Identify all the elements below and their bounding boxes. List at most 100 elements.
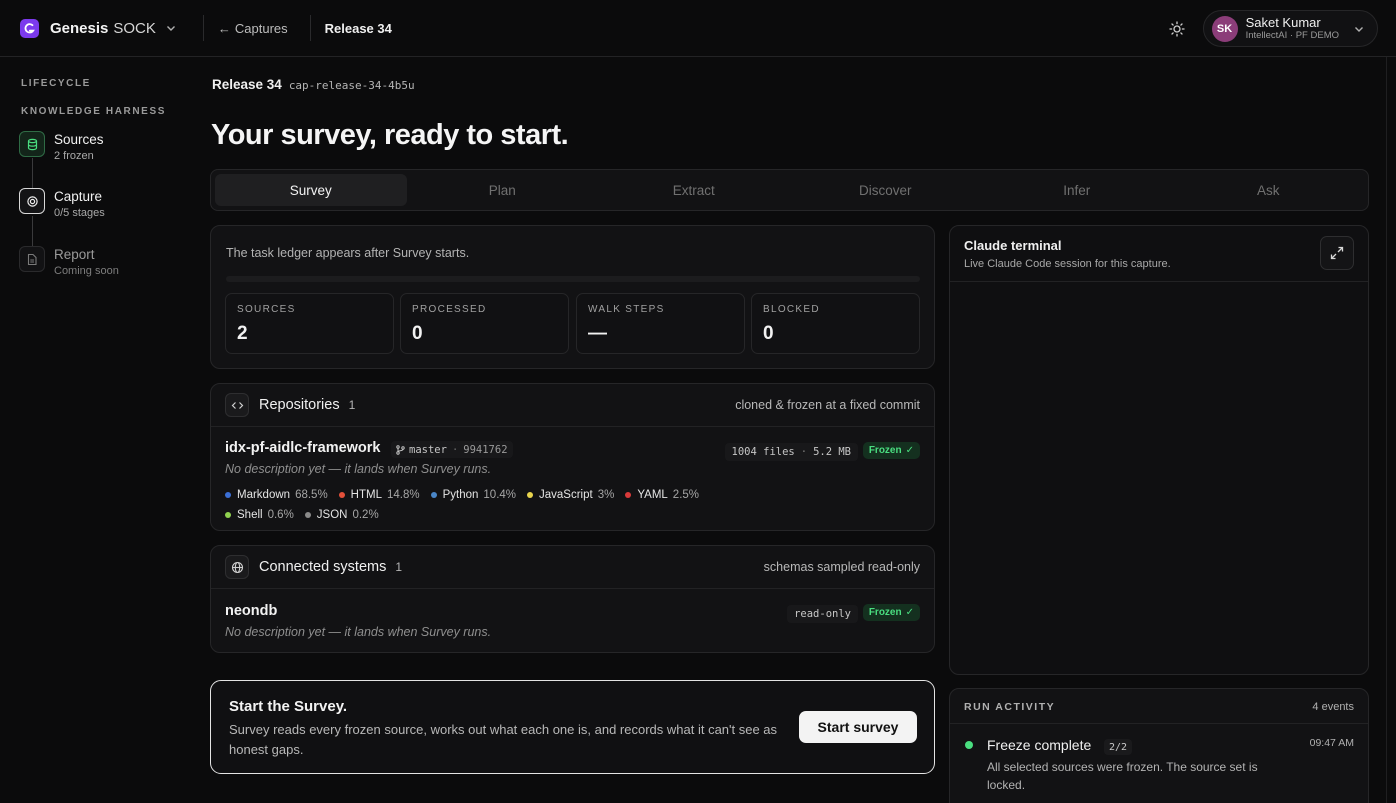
expand-terminal-button[interactable]	[1320, 236, 1354, 270]
brand-name: Genesis	[50, 19, 109, 37]
event-time: 09:47 AM	[1309, 737, 1354, 749]
event-description: All selected sources were frozen. The so…	[987, 760, 1258, 792]
repo-files-chip: 1004 files · 5.2 MB	[724, 443, 858, 461]
sidebar-group-label: KNOWLEDGE HARNESS	[21, 106, 166, 117]
tab-plan[interactable]: Plan	[407, 174, 599, 206]
sidebar-item-report[interactable]: Report Coming soon	[19, 246, 119, 277]
language-shell: Shell 0.6%	[225, 509, 294, 521]
activity-count: 4 events	[1312, 701, 1354, 713]
stat-value: 0	[763, 323, 774, 344]
breadcrumb-current: Release 34	[324, 20, 392, 36]
tab-survey[interactable]: Survey	[215, 174, 407, 206]
task-ledger-card: The task ledger appears after Survey sta…	[210, 225, 935, 369]
step-subtitle: 0/5 stages	[54, 207, 105, 219]
document-icon	[19, 246, 45, 272]
system-description: No description yet — it lands when Surve…	[225, 625, 492, 639]
tab-infer[interactable]: Infer	[981, 174, 1173, 206]
step-connector	[32, 158, 33, 188]
branch-chip: master · 9941762	[391, 441, 513, 458]
chevron-down-icon	[165, 22, 177, 34]
step-subtitle: Coming soon	[54, 265, 119, 277]
release-id: cap-release-34-4b5u	[288, 79, 415, 92]
language-json: JSON 0.2%	[304, 509, 379, 521]
stat-processed: PROCESSED 0	[400, 293, 569, 354]
activity-header: RUN ACTIVITY 4 events	[950, 689, 1368, 724]
tab-ask[interactable]: Ask	[1173, 174, 1365, 206]
brand-product: SOCK	[113, 19, 156, 37]
start-description: Survey reads every frozen source, works …	[229, 722, 778, 757]
language-dot	[304, 512, 311, 518]
commit-hash: 9941762	[463, 443, 508, 456]
language-dot	[430, 492, 437, 498]
back-to-captures-link[interactable]: ← Captures	[218, 21, 288, 36]
terminal-header: Claude terminal Live Claude Code session…	[950, 226, 1368, 282]
target-icon	[19, 188, 45, 214]
divider	[202, 15, 204, 41]
repositories-header: Repositories 1 cloned & frozen at a fixe…	[211, 384, 934, 427]
repo-size: 5.2 MB	[813, 446, 851, 458]
workspace-switcher[interactable]: Genesis SOCK	[20, 18, 177, 38]
stat-blocked: BLOCKED 0	[751, 293, 920, 354]
chevron-down-icon	[1353, 23, 1365, 35]
file-count: 1004 files	[731, 446, 795, 458]
expand-icon	[1330, 246, 1344, 260]
sidebar-item-sources[interactable]: Sources 2 frozen	[19, 131, 104, 162]
terminal-subtitle: Live Claude Code session for this captur…	[964, 258, 1171, 270]
sidebar: LIFECYCLE KNOWLEDGE HARNESS Sources 2 fr…	[0, 57, 190, 803]
language-markdown: Markdown 68.5%	[225, 489, 328, 501]
run-activity-panel: RUN ACTIVITY 4 events Freeze complete 2/…	[949, 688, 1369, 803]
activity-label: RUN ACTIVITY	[964, 701, 1056, 713]
git-branch-icon	[396, 444, 405, 455]
event-title: Freeze complete	[987, 737, 1092, 753]
user-menu[interactable]: SK Saket Kumar IntellectAI · PF DEMO	[1202, 10, 1378, 47]
connected-systems-header: Connected systems 1 schemas sampled read…	[211, 546, 934, 589]
stat-label: SOURCES	[237, 304, 296, 315]
check-icon: ✓	[905, 607, 914, 618]
section-count: 1	[348, 398, 356, 412]
connected-systems-card: Connected systems 1 schemas sampled read…	[210, 545, 935, 653]
scrollbar-track[interactable]	[1386, 57, 1396, 803]
language-dot	[625, 492, 632, 498]
step-title: Capture	[54, 189, 103, 204]
language-dot	[338, 492, 345, 498]
stat-value: 0	[412, 323, 423, 344]
start-survey-button[interactable]: Start survey	[799, 711, 917, 743]
theme-toggle-button[interactable]	[1163, 15, 1191, 43]
back-label: Captures	[234, 20, 288, 36]
stat-label: WALK STEPS	[588, 304, 665, 315]
sidebar-item-capture[interactable]: Capture 0/5 stages	[19, 188, 105, 219]
status-badge: Frozen ✓	[862, 604, 920, 621]
section-meta: schemas sampled read-only	[763, 560, 920, 574]
language-dot	[225, 512, 231, 518]
genesis-logo-icon	[20, 18, 39, 38]
step-title: Report	[54, 247, 95, 262]
terminal-title: Claude terminal	[964, 238, 1062, 253]
ledger-progress-bar	[226, 276, 920, 282]
stat-label: BLOCKED	[763, 304, 820, 315]
tab-extract[interactable]: Extract	[598, 174, 790, 206]
stat-walk-steps: WALK STEPS —	[576, 293, 745, 354]
status-label: Frozen	[868, 607, 902, 618]
tab-discover[interactable]: Discover	[790, 174, 982, 206]
language-breakdown: Markdown 68.5% HTML 14.8% Python 10.4% Java…	[225, 485, 745, 525]
step-subtitle: 2 frozen	[54, 150, 94, 162]
event-chip: 2/2	[1104, 739, 1133, 755]
status-badge: Frozen ✓	[862, 442, 920, 459]
repo-name[interactable]: idx-pf-aidlc-framework	[225, 440, 381, 456]
stat-value: 2	[237, 323, 248, 344]
ledger-note: The task ledger appears after Survey sta…	[226, 246, 470, 260]
release-name: Release 34	[212, 77, 282, 92]
avatar: SK	[1211, 15, 1238, 42]
user-org: IntellectAI · PF DEMO	[1245, 29, 1339, 41]
language-dot	[225, 492, 231, 498]
top-bar: Genesis SOCK ← Captures Release 34 SK Sa…	[0, 0, 1396, 57]
branch-name: master	[409, 443, 447, 456]
status-dot	[965, 741, 973, 749]
system-name[interactable]: neondb	[225, 603, 277, 619]
start-survey-card: Start the Survey. Survey reads every fro…	[210, 680, 935, 774]
repositories-card: Repositories 1 cloned & frozen at a fixe…	[210, 383, 935, 531]
claude-terminal-panel: Claude terminal Live Claude Code session…	[949, 225, 1369, 675]
top-right-controls: SK Saket Kumar IntellectAI · PF DEMO	[1163, 10, 1378, 47]
stat-value: —	[588, 323, 607, 344]
stat-sources: SOURCES 2	[225, 293, 394, 354]
